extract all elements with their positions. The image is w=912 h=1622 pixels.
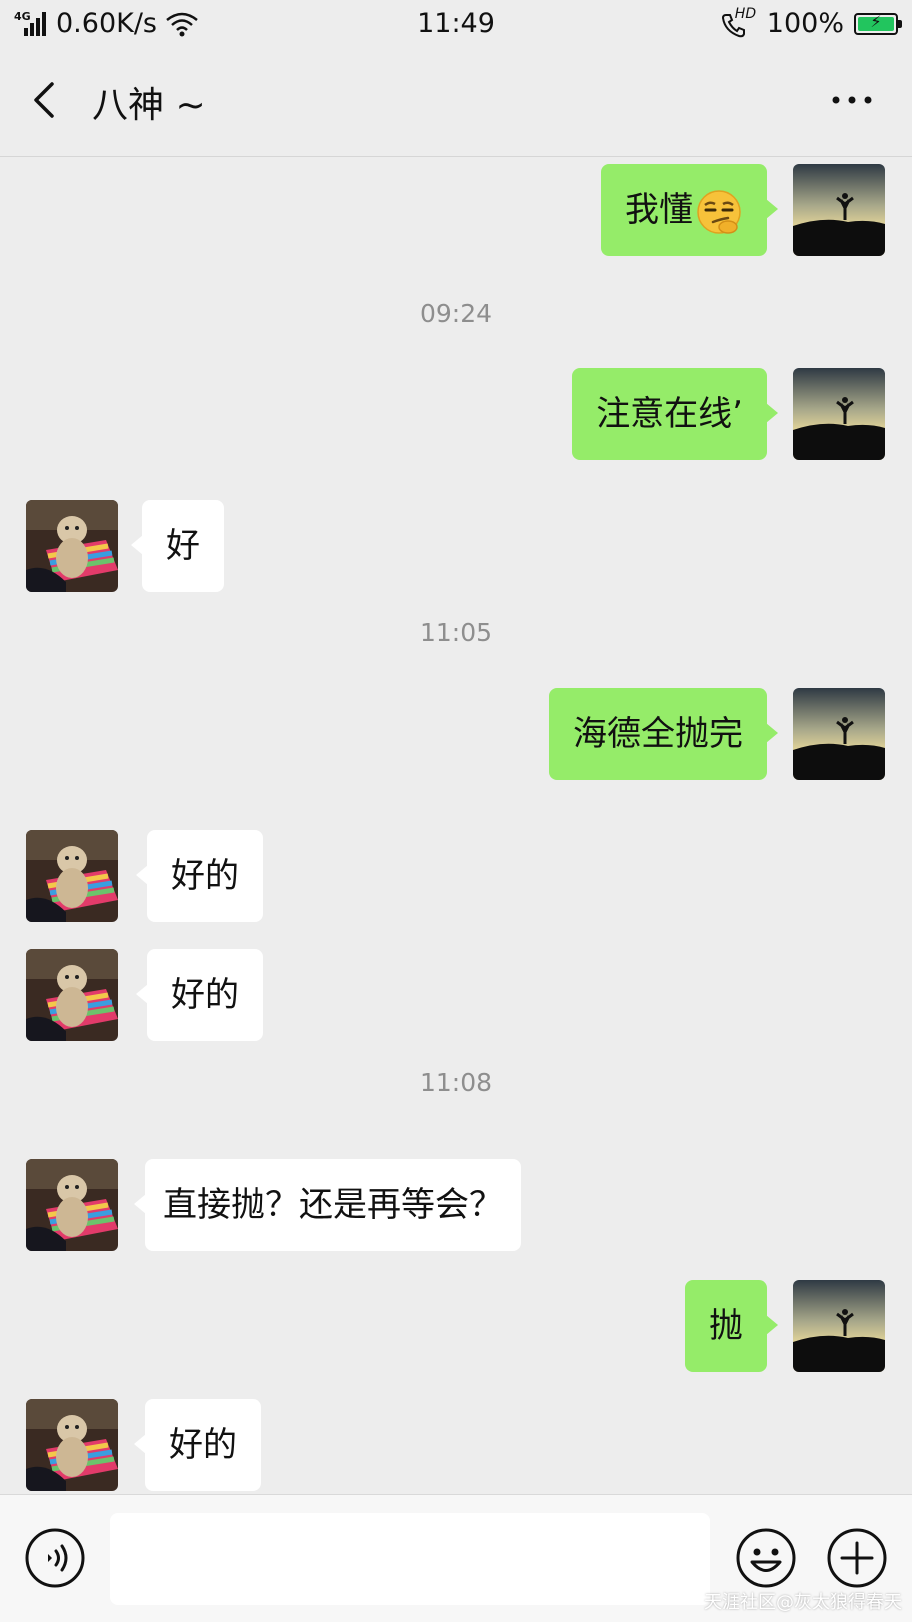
message-bubble[interactable]: 好	[131, 500, 224, 592]
peer-avatar[interactable]	[26, 949, 118, 1041]
message-row: 注意在线’	[0, 368, 912, 460]
timestamp-label: 11:05	[419, 618, 493, 647]
message-row: 海德全抛完	[0, 688, 912, 780]
battery-icon: ⚡	[854, 11, 902, 35]
timestamp-label: 11:08	[419, 1068, 493, 1097]
message-row: 直接抛？还是再等会？	[0, 1159, 912, 1251]
charging-bolt-icon: ⚡	[870, 11, 882, 31]
timestamp-label: 09:24	[419, 299, 493, 328]
battery-percent: 100%	[766, 8, 844, 39]
message-row: 抛	[0, 1280, 912, 1372]
message-input[interactable]	[110, 1513, 710, 1605]
peer-avatar[interactable]	[26, 1399, 118, 1491]
peer-avatar[interactable]	[26, 830, 118, 922]
message-row: 好的	[0, 830, 912, 922]
message-text: 我懂	[625, 190, 693, 230]
message-row: 好	[0, 500, 912, 592]
watermark: 天涯社区@灰太狼得春天	[704, 1592, 902, 1613]
peer-avatar[interactable]	[26, 500, 118, 592]
chat-header: 八神 ~	[0, 48, 912, 157]
input-bar: 天涯社区@灰太狼得春天	[0, 1494, 912, 1622]
status-bar: 4G 0.60K/s 11:49 HD 100% ⚡	[0, 0, 912, 48]
self-avatar[interactable]	[793, 688, 885, 780]
emoji-icon[interactable]	[735, 1527, 797, 1589]
self-avatar[interactable]	[793, 368, 885, 460]
chevron-left-icon[interactable]	[28, 78, 68, 122]
message-row: 好的	[0, 1399, 912, 1491]
self-avatar[interactable]	[793, 164, 885, 256]
message-bubble[interactable]: 海德全抛完	[549, 688, 778, 780]
message-bubble[interactable]: 直接抛？还是再等会？	[134, 1159, 521, 1251]
plus-icon[interactable]	[826, 1527, 888, 1589]
message-bubble[interactable]: 抛	[685, 1280, 778, 1372]
message-bubble[interactable]: 好的	[136, 949, 263, 1041]
message-row: 我懂	[0, 164, 912, 256]
chat-title: 八神 ~	[92, 85, 206, 126]
peer-avatar[interactable]	[26, 1159, 118, 1251]
hd-label: HD	[734, 5, 757, 22]
self-avatar[interactable]	[793, 1280, 885, 1372]
smirk-emoji-icon	[697, 189, 741, 234]
hd-call-icon: HD	[721, 6, 757, 38]
message-list[interactable]: 我懂 09:24 注意在线’ 好 11:05 海德全抛完 好的 好的 11:08…	[0, 157, 912, 1493]
message-bubble[interactable]: 注意在线’	[572, 368, 778, 460]
more-dots-icon[interactable]	[828, 78, 876, 122]
message-bubble[interactable]: 好的	[134, 1399, 261, 1491]
message-bubble[interactable]: 我懂	[601, 164, 778, 256]
message-bubble[interactable]: 好的	[136, 830, 263, 922]
voice-icon[interactable]	[24, 1527, 86, 1589]
message-row: 好的	[0, 949, 912, 1041]
